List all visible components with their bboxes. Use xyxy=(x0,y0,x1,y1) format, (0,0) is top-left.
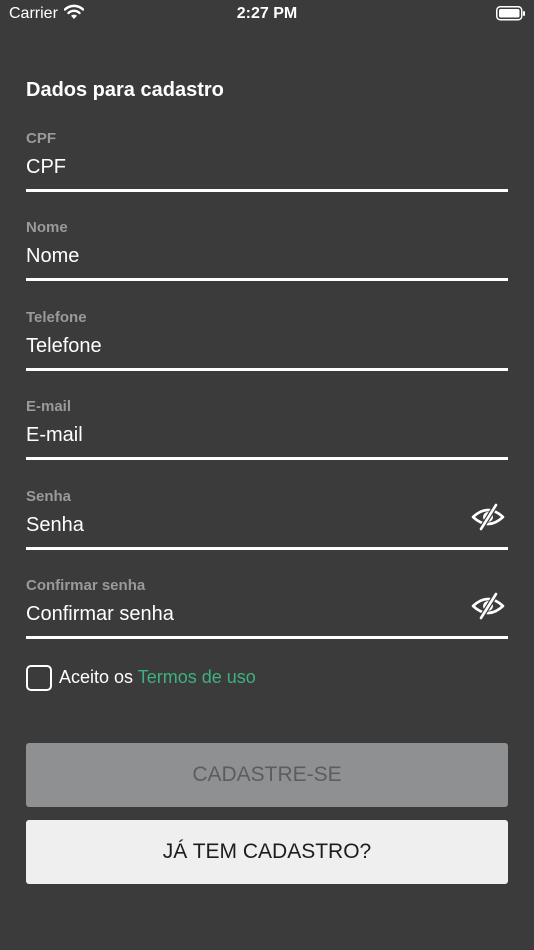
password-input[interactable] xyxy=(26,510,466,540)
login-button[interactable]: JÁ TEM CADASTRO? xyxy=(26,820,508,884)
battery-icon xyxy=(496,6,526,26)
email-input[interactable] xyxy=(26,420,466,450)
form-title: Dados para cadastro xyxy=(26,79,224,101)
phone-label: Telefone xyxy=(26,309,87,326)
password-underline xyxy=(26,547,508,550)
clock: 2:27 PM xyxy=(236,5,298,22)
cpf-input[interactable] xyxy=(26,152,466,182)
email-label: E-mail xyxy=(26,398,72,415)
eye-slash-icon[interactable] xyxy=(470,591,506,621)
cpf-underline xyxy=(26,189,508,192)
name-field: Nome xyxy=(26,219,508,294)
password-label: Senha xyxy=(26,488,72,505)
confirm-password-label: Confirmar senha xyxy=(26,577,146,594)
name-input[interactable] xyxy=(26,241,466,271)
phone-underline xyxy=(26,368,508,371)
terms-link[interactable]: Termos de uso xyxy=(138,667,256,687)
cpf-label: CPF xyxy=(26,130,56,147)
name-underline xyxy=(26,278,508,281)
status-bar: Carrier 2:27 PM xyxy=(0,0,534,28)
confirm-password-input[interactable] xyxy=(26,599,466,629)
email-underline xyxy=(26,457,508,460)
terms-prefix: Aceito os xyxy=(59,667,134,687)
register-button[interactable]: CADASTRE-SE xyxy=(26,743,508,807)
name-label: Nome xyxy=(26,219,68,236)
confirm-password-underline xyxy=(26,636,508,639)
cpf-field: CPF xyxy=(26,130,508,205)
terms-checkbox[interactable] xyxy=(26,665,52,691)
phone-field: Telefone xyxy=(26,309,508,384)
email-field: E-mail xyxy=(26,398,508,473)
terms-text: Aceito os Termos de uso xyxy=(59,667,256,688)
confirm-password-field: Confirmar senha xyxy=(26,577,508,652)
eye-slash-icon[interactable] xyxy=(470,502,506,532)
phone-input[interactable] xyxy=(26,331,466,361)
password-field: Senha xyxy=(26,488,508,563)
